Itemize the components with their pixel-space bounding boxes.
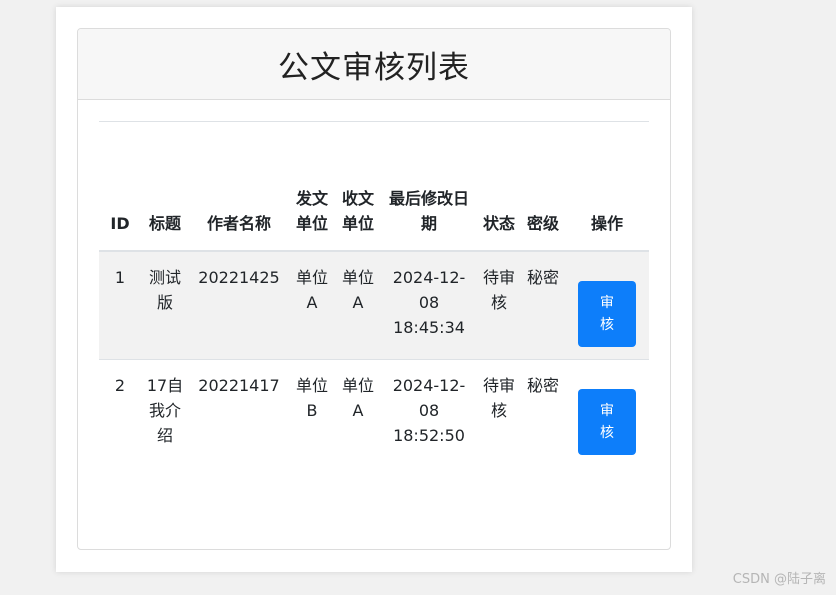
cell-author: 20221425 [198,267,280,287]
cell-title: 17自我介绍 [146,375,184,445]
table-header-row: ID 标题 作者名称 发文单位 收文单位 最后修改日期 状态 密级 操作 [99,121,649,252]
table-row: 1 测试版 20221425 单位A 单位A 2024-12-08 18:45:… [99,250,649,360]
cell-action: 审核 [565,251,649,360]
cell-status: 待审核 [482,267,515,312]
cell-receiver: 单位A [341,267,374,312]
cell-secret: 秘密 [526,267,559,287]
table-row: 2 17自我介绍 20221417 单位B 单位A 2024-12-08 18:… [99,359,649,467]
cell-sender: 单位B [295,375,328,420]
review-button-label: 审核 [600,402,614,441]
cell-modified: 2024-12-08 18:52:50 [392,375,466,445]
header-status: 状态 [477,121,521,252]
cell-status: 待审核 [482,375,515,420]
header-author: 作者名称 [189,121,289,252]
review-table-wrap: ID 标题 作者名称 发文单位 收文单位 最后修改日期 状态 密级 操作 1 测 [99,121,649,467]
cell-secret: 秘密 [526,375,559,395]
header-sender: 发文单位 [289,121,335,252]
review-button[interactable]: 审核 [578,280,636,347]
cell-author: 20221417 [198,375,280,395]
header-secret: 密级 [521,121,565,252]
cell-title: 测试版 [148,267,181,312]
header-modified: 最后修改日期 [381,121,477,252]
cell-id: 2 [114,375,126,395]
cell-modified: 2024-12-08 18:45:34 [392,267,466,337]
review-button[interactable]: 审核 [578,388,636,455]
cell-receiver: 单位A [341,375,374,420]
cell-sender: 单位A [295,267,328,312]
document-review-card: 公文审核列表 ID 标题 作者名称 发文单位 收文单位 最后修改日期 状态 密级… [77,28,671,550]
page-container: 公文审核列表 ID 标题 作者名称 发文单位 收文单位 最后修改日期 状态 密级… [56,7,692,572]
header-title: 标题 [141,121,189,252]
csdn-watermark: CSDN @陆子离 [732,572,826,587]
header-receiver: 收文单位 [335,121,381,252]
header-id: ID [99,121,141,252]
cell-id: 1 [114,267,126,287]
review-button-label: 审核 [600,294,614,333]
review-table: ID 标题 作者名称 发文单位 收文单位 最后修改日期 状态 密级 操作 1 测 [99,121,649,467]
card-header: 公文审核列表 [78,29,670,100]
page-title: 公文审核列表 [278,49,470,86]
header-action: 操作 [565,121,649,252]
cell-action: 审核 [565,359,649,467]
